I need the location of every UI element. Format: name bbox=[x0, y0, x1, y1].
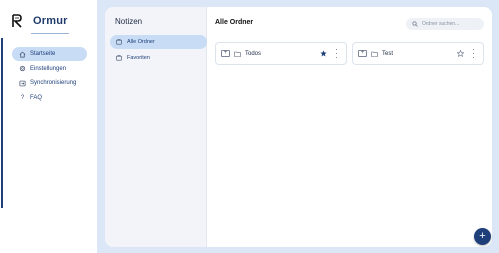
folder-card-test[interactable]: + Test bbox=[352, 42, 484, 65]
folder-grid: + Todos + Test bbox=[215, 42, 489, 65]
search-box[interactable] bbox=[406, 18, 484, 30]
star-outline-icon[interactable] bbox=[457, 50, 464, 57]
notes-panel: Notizen Alle Ordner Favoriten bbox=[105, 7, 207, 247]
sidebar-item-label: Einstellungen bbox=[30, 65, 67, 72]
more-options-icon[interactable] bbox=[472, 49, 475, 58]
folder-name: Test bbox=[382, 50, 394, 57]
search-input[interactable] bbox=[422, 21, 482, 27]
star-filled-icon[interactable] bbox=[320, 50, 327, 57]
home-icon bbox=[19, 51, 26, 58]
sidebar-item-synchronisierung[interactable]: Synchronisierung bbox=[12, 76, 87, 90]
search-icon bbox=[412, 21, 418, 27]
sidebar-accent-bar bbox=[1, 38, 3, 208]
sync-icon bbox=[19, 80, 26, 87]
logo-underline bbox=[31, 33, 69, 34]
folder-icon bbox=[234, 51, 241, 57]
sidebar-item-label: Synchronisierung bbox=[30, 80, 77, 86]
favorites-icon bbox=[116, 55, 122, 61]
page-title: Alle Ordner bbox=[215, 19, 254, 26]
question-icon: ? bbox=[20, 94, 25, 101]
sidebar: Ormur Startseite Einstellungen Synchroni… bbox=[0, 0, 97, 253]
sidebar-item-label: FAQ bbox=[30, 94, 43, 101]
folder-card-todos[interactable]: + Todos bbox=[215, 42, 347, 65]
folders-icon bbox=[116, 39, 122, 45]
add-folder-button[interactable]: + bbox=[474, 228, 491, 245]
more-options-icon[interactable] bbox=[335, 49, 338, 58]
logo-icon bbox=[12, 14, 22, 28]
sidebar-nav: Startseite Einstellungen Synchronisierun… bbox=[12, 47, 87, 105]
folder-name: Todos bbox=[245, 50, 262, 57]
main-content: Alle Ordner + Todos + Test bbox=[207, 7, 492, 247]
folder-icon bbox=[371, 51, 378, 57]
add-note-button[interactable]: + bbox=[221, 50, 230, 57]
notes-item-label: Favoriten bbox=[127, 55, 150, 61]
app-name: Ormur bbox=[33, 15, 68, 27]
gear-icon bbox=[19, 65, 26, 72]
sidebar-item-einstellungen[interactable]: Einstellungen bbox=[12, 62, 87, 76]
sidebar-item-startseite[interactable]: Startseite bbox=[12, 47, 87, 61]
notes-item-alle-ordner[interactable]: Alle Ordner bbox=[110, 35, 207, 49]
notes-item-favoriten[interactable]: Favoriten bbox=[110, 51, 207, 65]
add-note-button[interactable]: + bbox=[358, 50, 367, 57]
notes-item-label: Alle Ordner bbox=[127, 39, 155, 45]
logo-row: Ormur bbox=[12, 14, 68, 28]
notes-title: Notizen bbox=[115, 17, 143, 26]
notes-nav: Alle Ordner Favoriten bbox=[110, 35, 207, 67]
sidebar-item-faq[interactable]: ? FAQ bbox=[12, 91, 87, 105]
sidebar-item-label: Startseite bbox=[30, 51, 56, 57]
